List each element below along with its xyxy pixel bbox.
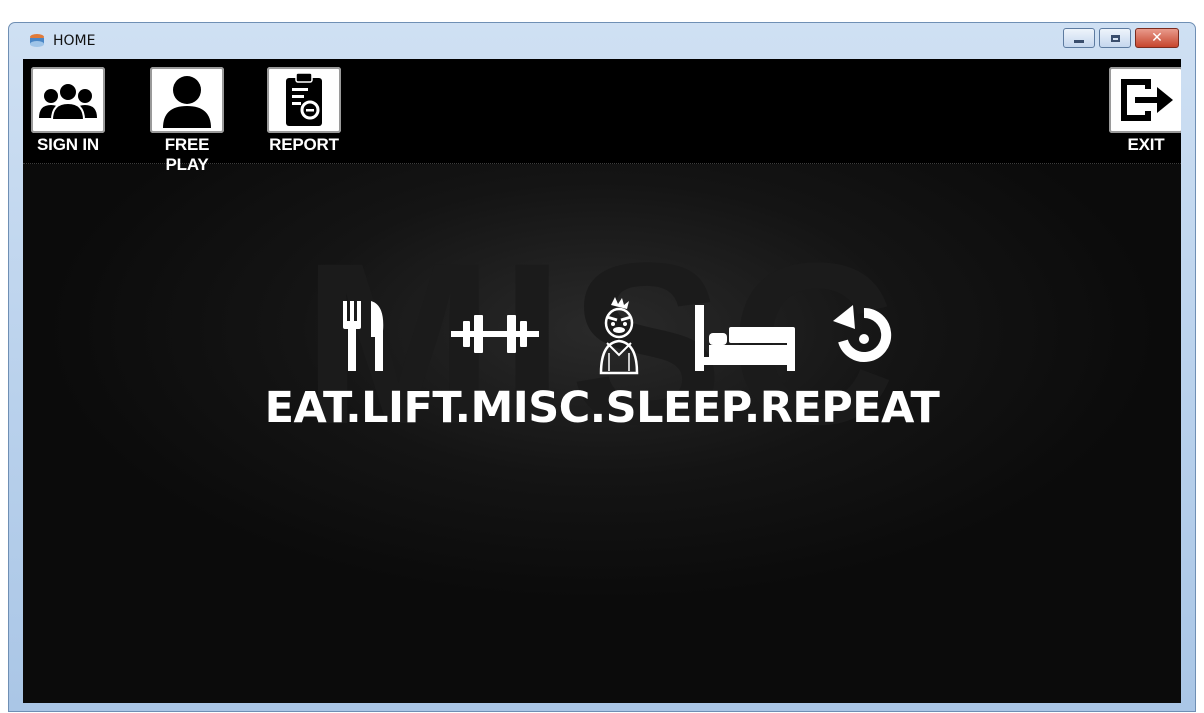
exit-label: EXIT [1127,135,1165,154]
close-icon: ✕ [1151,30,1163,46]
exit-button[interactable]: EXIT [1101,67,1181,155]
minimize-icon [1074,40,1084,43]
toolbar: SIGN IN FREE PLAY REPORT EXIT [23,59,1181,174]
repeat-icon [833,305,892,362]
home-screen: MISC SIGN IN FREE PLAY REPORT EXIT EAT.L… [23,59,1181,703]
sign-in-tile [31,67,105,133]
free-play-label: FREE PLAY [164,135,210,174]
users-group-icon [39,82,97,121]
app-icon [30,34,44,47]
mascot-icon [599,297,639,375]
report-label: REPORT [269,135,339,154]
exit-tile [1109,67,1181,133]
sign-in-label: SIGN IN [37,135,99,154]
app-window: HOME ✕ MISC SIGN IN FREE PLAY REPORT EXI… [8,22,1196,712]
dumbbell-icon [451,315,539,353]
motto-text: EAT.LIFT.MISC.SLEEP.REPEAT [264,383,940,433]
maximize-icon [1110,34,1120,42]
minimize-button[interactable] [1063,28,1095,48]
free-play-tile [150,67,224,133]
maximize-button[interactable] [1099,28,1131,48]
close-button[interactable]: ✕ [1135,28,1179,48]
exit-door-icon [1121,79,1173,121]
sign-in-button[interactable]: SIGN IN [23,67,113,155]
window-title: HOME [53,33,96,49]
bed-icon [695,305,795,371]
report-button[interactable]: REPORT [259,67,349,155]
free-play-button[interactable]: FREE PLAY [142,67,232,175]
title-bar[interactable]: HOME ✕ [9,23,1195,59]
motto-icons [323,297,892,377]
caption-buttons: ✕ [1063,28,1179,48]
fork-knife-icon [343,301,384,371]
user-icon [163,76,211,128]
clipboard-report-icon [286,72,322,126]
report-tile [267,67,341,133]
